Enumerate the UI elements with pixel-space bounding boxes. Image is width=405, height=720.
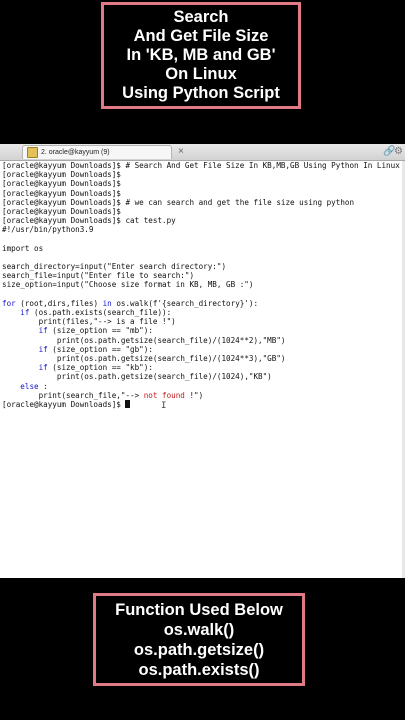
code-line: size_option=input("Choose size format in… <box>2 280 254 290</box>
title-box: Search And Get File Size In 'KB, MB and … <box>101 2 301 109</box>
code-line: print(os.path.getsize(search_file)/(1024… <box>56 353 286 363</box>
code-line: else : <box>20 381 48 391</box>
code-line: search_directory=input("Enter search dir… <box>2 262 227 272</box>
terminal-tab-bar: 2. oracle@kayyum (9) × 🔗 ⚙ <box>0 144 405 161</box>
i-beam-cursor-icon: I <box>161 401 167 411</box>
terminal-line: [oracle@kayyum Downloads]$ <box>2 206 126 216</box>
code-line: for (root,dirs,files) in os.walk(f'{sear… <box>2 298 259 308</box>
title-line: And Get File Size <box>133 27 269 45</box>
terminal-tab[interactable]: 2. oracle@kayyum (9) <box>22 145 172 159</box>
terminal-tab-icon <box>27 147 38 158</box>
function-box: Function Used Below os.walk() os.path.ge… <box>93 593 305 686</box>
terminal-output: [oracle@kayyum Downloads]$ # Search And … <box>2 161 400 409</box>
code-line: if (size_option == "mb"): <box>38 326 153 336</box>
function-line: os.path.getsize() <box>133 640 265 659</box>
terminal-line: [oracle@kayyum Downloads]$ # we can sear… <box>2 197 355 207</box>
terminal-line: [oracle@kayyum Downloads]$ <box>2 179 126 189</box>
title-line: On Linux <box>165 65 237 83</box>
code-line: if (os.path.exists(search_file)): <box>20 308 172 317</box>
gear-icon[interactable]: ⚙ <box>394 146 403 158</box>
code-line: search_file=input("Enter file to search:… <box>2 271 195 281</box>
code-line: print(files,"--> is a file !") <box>38 317 176 327</box>
title-line: Using Python Script <box>122 84 280 102</box>
title-line: Search <box>173 8 229 26</box>
function-line: os.walk() <box>163 620 235 639</box>
text-cursor <box>125 399 131 408</box>
terminal-line: [oracle@kayyum Downloads]$ # Search And … <box>2 161 400 170</box>
function-line: Function Used Below <box>115 600 283 619</box>
terminal-window[interactable]: [oracle@kayyum Downloads]$ # Search And … <box>0 161 405 578</box>
code-line: import os <box>2 243 44 253</box>
tab-label: 2. oracle@kayyum (9) <box>41 149 110 156</box>
terminal-line: [oracle@kayyum Downloads]$ <box>2 188 126 198</box>
code-line: print(os.path.getsize(search_file)/(1024… <box>56 335 286 345</box>
code-line: if (size_option == "gb"): <box>38 344 153 354</box>
code-line: #!/usr/bin/python3.9 <box>2 225 94 235</box>
terminal-line: [oracle@kayyum Downloads]$ <box>2 170 126 180</box>
function-line: os.path.exists() <box>138 660 260 679</box>
code-line: if (size_option == "kb"): <box>38 363 153 373</box>
terminal-line: [oracle@kayyum Downloads]$ cat test.py <box>2 216 176 226</box>
close-tab-icon[interactable]: × <box>178 146 184 158</box>
title-line: In 'KB, MB and GB' <box>126 46 276 64</box>
code-line: print(os.path.getsize(search_file)/(1024… <box>56 372 272 382</box>
terminal-line: [oracle@kayyum Downloads]$ <box>2 399 400 409</box>
code-line: print(search_file,"--> not found !") <box>38 390 204 400</box>
